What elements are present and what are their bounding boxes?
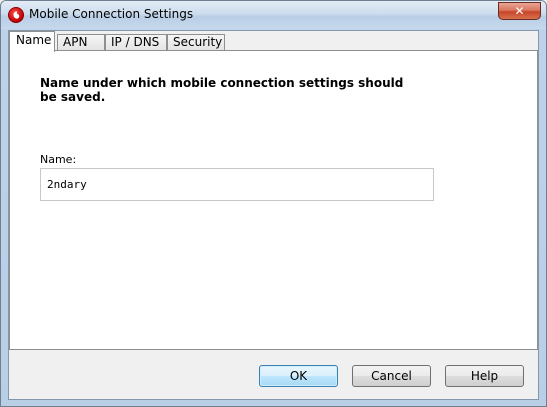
tab-security[interactable]: Security bbox=[167, 34, 225, 51]
name-input[interactable] bbox=[40, 168, 434, 201]
vodafone-logo-icon bbox=[8, 7, 24, 23]
cancel-button[interactable]: Cancel bbox=[352, 365, 431, 387]
dialog-window: Mobile Connection Settings ✕ Name APN IP… bbox=[0, 0, 547, 407]
tab-panel-name: Name under which mobile connection setti… bbox=[9, 50, 538, 350]
window-title: Mobile Connection Settings bbox=[29, 7, 194, 21]
tab-apn[interactable]: APN bbox=[57, 34, 105, 51]
ok-button[interactable]: OK bbox=[259, 365, 338, 387]
tab-name[interactable]: Name bbox=[9, 31, 55, 52]
help-button[interactable]: Help bbox=[445, 365, 524, 387]
tab-ip-dns[interactable]: IP / DNS bbox=[105, 34, 167, 51]
close-icon: ✕ bbox=[514, 4, 525, 18]
name-label: Name: bbox=[40, 153, 77, 166]
instruction-text: Name under which mobile connection setti… bbox=[40, 76, 404, 104]
dialog-body: Name APN IP / DNS Security Name under wh… bbox=[8, 30, 539, 400]
close-button[interactable]: ✕ bbox=[498, 2, 541, 20]
title-bar[interactable]: Mobile Connection Settings ✕ bbox=[1, 1, 546, 29]
